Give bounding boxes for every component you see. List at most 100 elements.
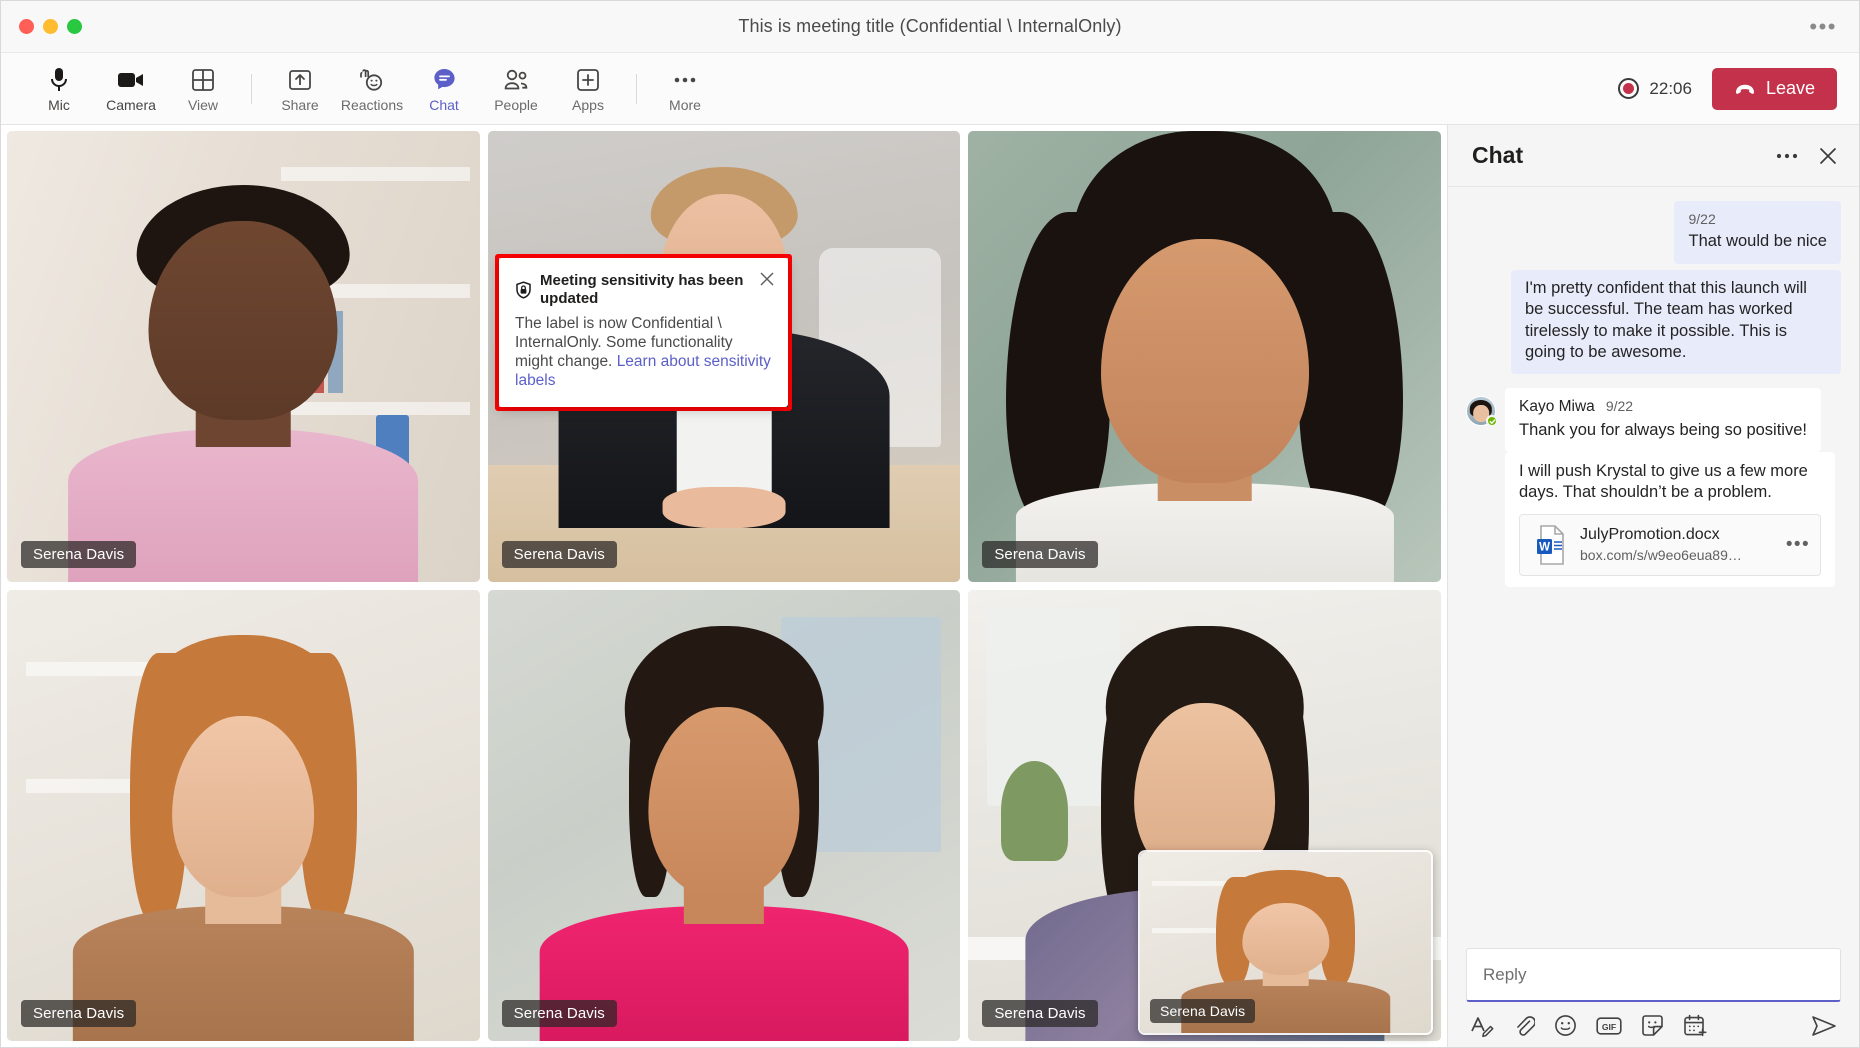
window-controls[interactable]: [1, 19, 82, 34]
meeting-title: This is meeting title (Confidential \ In…: [738, 16, 1122, 36]
file-attachment-card[interactable]: W JulyPromotion.docx box.com/s/w9eo6eua8…: [1519, 513, 1821, 576]
self-view-name: Serena Davis: [1150, 999, 1256, 1023]
participant-video: [7, 590, 480, 1041]
emoji-icon[interactable]: [1554, 1014, 1577, 1037]
toolbar-item-share[interactable]: Share: [264, 66, 336, 112]
message-text: Thank you for always being so positive!: [1519, 420, 1807, 439]
message-timestamp: 9/22: [1688, 211, 1716, 227]
chat-close-icon[interactable]: [1817, 145, 1839, 167]
participant-name: Serena Davis: [501, 1000, 617, 1027]
message-text: I'm pretty confident that this launch wi…: [1525, 278, 1807, 361]
message-bubble[interactable]: Kayo Miwa 9/22 Thank you for always bein…: [1505, 388, 1821, 452]
maximize-window-button[interactable]: [67, 19, 82, 34]
svg-text:GIF: GIF: [1602, 1022, 1616, 1032]
chat-more-icon[interactable]: [1775, 152, 1799, 160]
toolbar-item-reactions[interactable]: Reactions: [336, 66, 408, 112]
video-grid: Serena Davis Serena Davis Serena Davis S…: [1, 125, 1447, 1047]
leave-button[interactable]: Leave: [1711, 67, 1837, 110]
close-window-button[interactable]: [19, 19, 34, 34]
sensitivity-notification[interactable]: Meeting sensitivity has been updated The…: [499, 258, 788, 407]
video-tile[interactable]: Serena Davis: [968, 131, 1441, 582]
chat-message-list[interactable]: 9/22 That would be nice I'm pretty confi…: [1448, 187, 1859, 948]
send-icon[interactable]: [1811, 1015, 1837, 1037]
gif-icon[interactable]: GIF: [1596, 1016, 1622, 1036]
attach-icon[interactable]: [1513, 1015, 1535, 1037]
teams-meeting-window: This is meeting title (Confidential \ In…: [0, 0, 1860, 1048]
participant-name: Serena Davis: [21, 541, 137, 568]
mic-icon: [48, 66, 70, 94]
chat-panel-title: Chat: [1472, 142, 1524, 168]
video-tile[interactable]: Serena Davis: [487, 590, 961, 1041]
notification-title: Meeting sensitivity has been updated: [540, 272, 744, 307]
chat-message-incoming-continued: I will push Krystal to give us a few mor…: [1505, 452, 1841, 587]
toolbar-label-apps: Apps: [572, 96, 604, 113]
avatar-wrap: [1466, 396, 1498, 428]
participant-name: Serena Davis: [982, 541, 1098, 568]
people-icon: [502, 66, 530, 94]
toolbar-divider-2: [636, 73, 637, 104]
notification-body: The label is now Confidential \ Internal…: [515, 315, 774, 391]
chat-header-actions: [1775, 145, 1839, 167]
participant-video: [968, 131, 1441, 582]
toolbar-label-share: Share: [281, 96, 319, 113]
chat-compose-area: Reply GIF: [1448, 948, 1859, 1047]
leave-button-label: Leave: [1765, 78, 1815, 98]
chat-icon: [432, 66, 457, 94]
message-bubble[interactable]: 9/22 That would be nice: [1674, 201, 1841, 264]
close-icon[interactable]: [758, 270, 776, 288]
meeting-toolbar: Mic Camera View Share Reactions Chat Peo…: [1, 53, 1859, 125]
more-icon: [672, 66, 698, 94]
toolbar-item-camera[interactable]: Camera: [95, 66, 167, 112]
title-bar: This is meeting title (Confidential \ In…: [1, 1, 1859, 53]
reply-placeholder: Reply: [1483, 964, 1527, 984]
video-tile[interactable]: Serena Davis: [7, 590, 480, 1041]
toolbar-right-group: 22:06 Leave: [1618, 67, 1837, 110]
sensitivity-notification-highlight: Meeting sensitivity has been updated The…: [495, 254, 792, 411]
reactions-icon: [359, 66, 385, 94]
message-meta: Kayo Miwa 9/22: [1519, 397, 1807, 418]
toolbar-label-camera: Camera: [106, 96, 156, 113]
toolbar-label-mic: Mic: [48, 96, 70, 113]
apps-icon: [576, 66, 600, 94]
window-more-icon[interactable]: •••: [1809, 15, 1837, 38]
minimize-window-button[interactable]: [43, 19, 58, 34]
message-timestamp: 9/22: [1605, 398, 1634, 415]
file-name: JulyPromotion.docx: [1580, 526, 1720, 544]
message-sender: Kayo Miwa: [1519, 398, 1595, 416]
shield-lock-icon: [515, 281, 532, 299]
chat-message-outgoing: 9/22 That would be nice: [1466, 201, 1841, 264]
toolbar-label-view: View: [187, 96, 219, 113]
record-icon: [1618, 78, 1640, 99]
chat-panel-header: Chat: [1448, 125, 1859, 187]
message-bubble[interactable]: I'm pretty confident that this launch wi…: [1511, 269, 1841, 375]
self-view-tile[interactable]: Serena Davis: [1138, 850, 1433, 1035]
word-doc-icon: W: [1534, 525, 1568, 565]
participant-name: Serena Davis: [982, 1000, 1098, 1027]
toolbar-item-chat[interactable]: Chat: [408, 66, 480, 112]
message-bubble[interactable]: I will push Krystal to give us a few mor…: [1505, 452, 1835, 587]
recording-indicator: 22:06: [1618, 78, 1692, 99]
toolbar-item-view[interactable]: View: [167, 66, 239, 112]
toolbar-label-chat: Chat: [429, 96, 459, 113]
svg-text:W: W: [1539, 541, 1550, 553]
hangup-icon: [1734, 83, 1756, 95]
toolbar-item-more[interactable]: More: [649, 66, 721, 112]
file-more-icon[interactable]: •••: [1786, 535, 1810, 554]
chat-message-incoming: Kayo Miwa 9/22 Thank you for always bein…: [1466, 388, 1841, 452]
toolbar-item-people[interactable]: People: [480, 66, 552, 112]
chat-message-outgoing: I'm pretty confident that this launch wi…: [1466, 269, 1841, 375]
message-text: I will push Krystal to give us a few mor…: [1519, 462, 1808, 502]
share-icon: [288, 66, 312, 94]
schedule-icon[interactable]: [1683, 1014, 1707, 1037]
reply-input[interactable]: Reply: [1466, 948, 1841, 1002]
chat-panel: Chat 9/22 That would be nice I'm pretty …: [1447, 125, 1859, 1047]
toolbar-item-mic[interactable]: Mic: [23, 66, 95, 112]
notification-header: Meeting sensitivity has been updated: [515, 272, 774, 308]
sticker-icon[interactable]: [1641, 1014, 1664, 1037]
file-url: box.com/s/w9eo6eua89…: [1580, 547, 1742, 564]
camera-icon: [117, 66, 145, 94]
format-icon[interactable]: [1470, 1015, 1494, 1037]
toolbar-item-apps[interactable]: Apps: [552, 66, 624, 112]
participant-name: Serena Davis: [501, 541, 617, 568]
video-tile[interactable]: Serena Davis: [7, 131, 480, 582]
